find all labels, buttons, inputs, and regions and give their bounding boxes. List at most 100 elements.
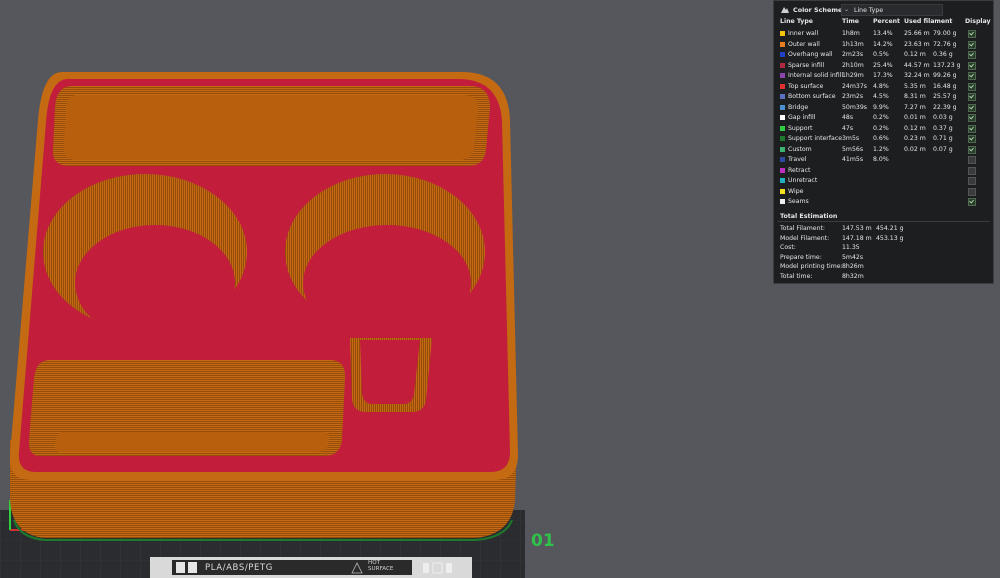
display-checkbox[interactable]	[968, 177, 976, 185]
legend-row: Gap infill 48s 0.2% 0.01 m 0.03 g	[778, 113, 990, 124]
filament-length: 0.02 m	[904, 145, 926, 153]
total-filament-weight: 454.21 g	[876, 225, 904, 232]
legend-panel: Color Scheme ⌄ Line Type Line Type Time …	[773, 0, 994, 284]
display-checkbox[interactable]	[968, 114, 976, 122]
divider	[778, 221, 990, 222]
filament-weight: 72.76 g	[933, 40, 957, 48]
legend-row: Travel 41m5s 8.0%	[778, 155, 990, 166]
color-swatch	[780, 167, 785, 173]
display-checkbox[interactable]	[968, 198, 976, 206]
legend-row: Internal solid infill 1h29m 17.3% 32.24 m 99…	[778, 71, 990, 82]
percent-value: 13.4%	[873, 30, 893, 37]
percent-value: 4.8%	[873, 82, 889, 90]
col-header-line-type: Line Type	[780, 18, 813, 25]
color-swatch	[780, 104, 785, 110]
color-swatch	[780, 73, 785, 78]
display-checkbox[interactable]	[968, 61, 976, 70]
filament-weight: 137.23 g	[933, 61, 961, 69]
model-printing-time-value: 8h26m	[842, 263, 864, 270]
color-swatch	[780, 157, 785, 162]
legend-row: Bottom surface 23m2s 4.5% 8.31 m 25.57 g	[778, 92, 990, 103]
percent-value: 0.2%	[873, 114, 889, 121]
filament-length: 7.27 m	[904, 103, 926, 111]
display-checkbox[interactable]	[968, 72, 976, 80]
legend-row: Support 47s 0.2% 0.12 m 0.37 g	[778, 124, 990, 135]
total-filament-length: 147.53 m	[842, 225, 872, 232]
display-checkbox[interactable]	[968, 135, 976, 143]
percent-value: 8.0%	[873, 156, 889, 163]
filament-weight: 0.07 g	[933, 145, 953, 153]
display-checkbox[interactable]	[968, 40, 976, 49]
legend-row: Wipe	[778, 187, 990, 198]
filament-weight: 16.48 g	[933, 82, 957, 90]
line-type-name: Support	[788, 124, 813, 132]
cost-value: 11.35	[842, 244, 860, 251]
model-filament-length: 147.18 m	[842, 234, 872, 242]
color-scheme-value: Line Type	[854, 7, 884, 14]
pocket-left-cup-floor	[75, 225, 235, 341]
filament-weight: 0.36 g	[933, 51, 953, 58]
legend-row: Unretract	[778, 176, 990, 187]
filament-length: 23.63 m	[904, 40, 930, 48]
color-swatch	[780, 41, 785, 47]
filament-length: 32.24 m	[904, 72, 930, 79]
cost-label: Cost:	[780, 244, 796, 251]
trash-icon	[423, 563, 429, 573]
filament-weight: 0.71 g	[933, 135, 953, 142]
total-time-label: Total time:	[780, 272, 813, 280]
display-checkbox[interactable]	[968, 124, 976, 133]
model-filament-label: Model Filament:	[780, 234, 830, 242]
col-header-time: Time	[842, 18, 859, 25]
legend-header: Color Scheme ⌄ Line Type	[778, 4, 990, 16]
col-header-percent: Percent	[873, 18, 901, 25]
pocket-right-cup-floor	[303, 225, 471, 341]
display-checkbox[interactable]	[968, 30, 976, 38]
mountain-icon	[781, 7, 789, 13]
legend-row: Outer wall 1h13m 14.2% 23.63 m 72.76 g	[778, 40, 990, 51]
plate-index-label[interactable]: 01	[531, 531, 555, 551]
display-checkbox[interactable]	[968, 103, 976, 112]
time-value: 41m5s	[842, 156, 864, 163]
display-checkbox[interactable]	[968, 82, 976, 91]
filament-length: 5.35 m	[904, 82, 926, 90]
plate-surface-label: HOT SURFACE	[368, 560, 394, 572]
display-checkbox[interactable]	[968, 166, 976, 175]
filament-length: 0.23 m	[904, 135, 926, 142]
color-swatch	[780, 125, 785, 131]
filament-weight: 0.37 g	[933, 124, 953, 132]
filament-weight: 22.39 g	[933, 103, 957, 111]
legend-row: Seams	[778, 197, 990, 208]
filament-length: 44.57 m	[904, 61, 930, 69]
line-type-name: Top surface	[788, 82, 824, 90]
filament-weight: 99.26 g	[933, 72, 957, 79]
color-scheme-select[interactable]: ⌄ Line Type	[841, 4, 943, 16]
filament-length: 0.12 m	[904, 124, 926, 132]
percent-value: 14.2%	[873, 40, 893, 48]
time-value: 1h13m	[842, 40, 864, 48]
model-printing-time-label: Model printing time:	[780, 263, 843, 270]
col-header-used-filament: Used filament	[904, 18, 953, 25]
legend-row: Top surface 24m37s 4.8% 5.35 m 16.48 g	[778, 82, 990, 93]
display-checkbox[interactable]	[968, 51, 976, 59]
filament-length: 0.01 m	[904, 114, 926, 121]
display-checkbox[interactable]	[968, 93, 976, 101]
col-header-display: Display	[965, 18, 991, 25]
line-type-name: Internal solid infill	[788, 72, 844, 79]
line-type-name: Bridge	[788, 103, 809, 111]
percent-value: 9.9%	[873, 103, 889, 111]
display-checkbox[interactable]	[968, 156, 976, 164]
line-type-name: Travel	[788, 156, 807, 163]
line-type-name: Wipe	[788, 187, 804, 195]
percent-value: 0.5%	[873, 51, 889, 58]
line-type-name: Sparse infill	[788, 61, 825, 69]
percent-value: 1.2%	[873, 145, 889, 153]
legend-row: Inner wall 1h8m 13.4% 25.66 m 79.00 g	[778, 29, 990, 40]
color-swatch	[780, 94, 785, 99]
color-swatch	[780, 52, 785, 57]
display-checkbox[interactable]	[968, 145, 976, 154]
time-value: 48s	[842, 114, 854, 121]
display-checkbox[interactable]	[968, 187, 976, 196]
percent-value: 0.2%	[873, 124, 889, 132]
line-type-name: Custom	[788, 145, 812, 153]
color-swatch	[780, 62, 785, 68]
